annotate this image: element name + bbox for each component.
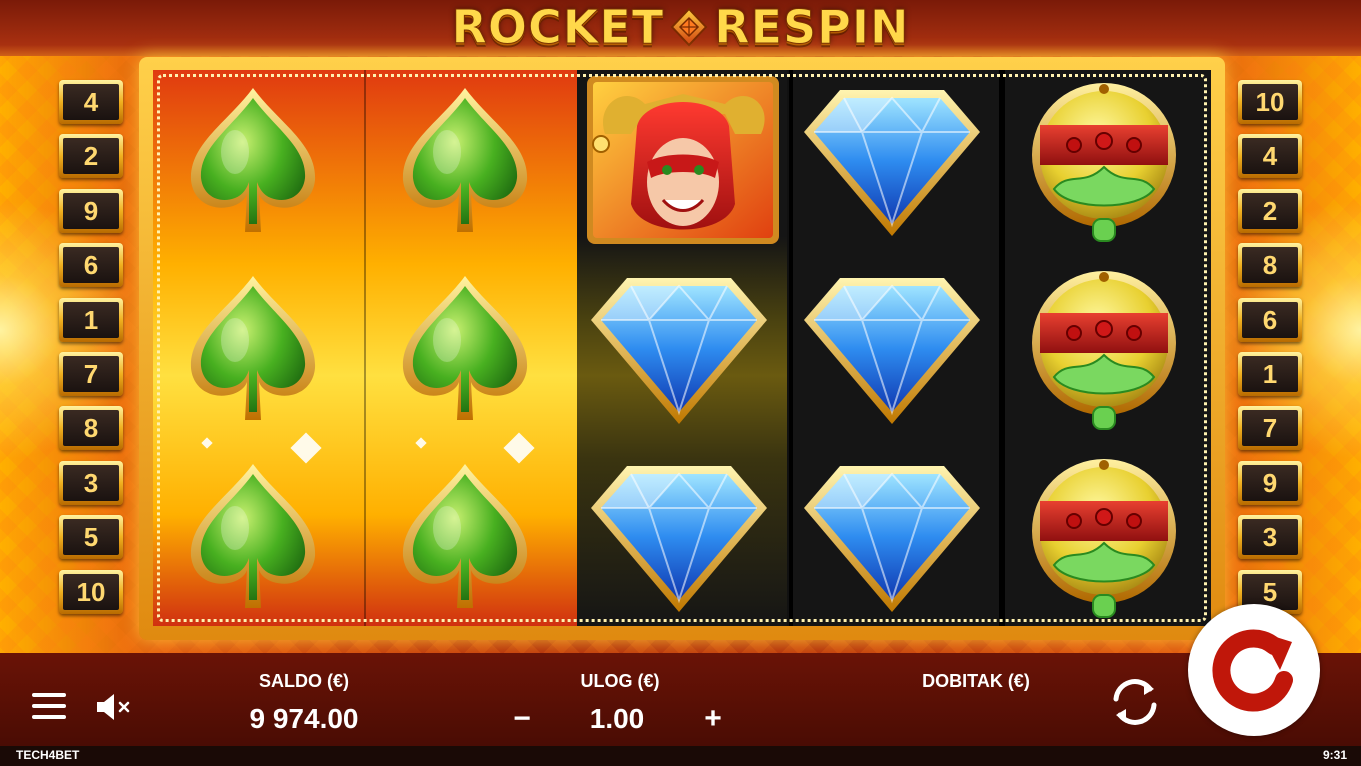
clock: 9:31 [1322,748,1347,762]
payline-number: 4 [63,84,119,120]
spade-icon [190,464,316,608]
payline-indicator: 5 [59,515,123,560]
payline-indicator: 9 [1238,460,1302,505]
payline-indicator: 8 [59,406,123,451]
bet-label: ULOG (€) [580,671,660,691]
payline-indicator: 7 [1238,406,1302,451]
diamond-symbol [585,266,773,434]
payline-number: 2 [63,138,119,175]
spade-icon [402,276,528,420]
spade-icon [190,88,316,232]
jester-icon [587,76,779,244]
payline-number: 9 [1242,464,1298,501]
spin-icon [1212,629,1293,712]
lantern-symbol [1010,266,1198,434]
payline-number: 7 [63,356,119,392]
payline-number: 9 [63,192,119,229]
spade-symbol [159,266,347,434]
payline-indicator: 1 [59,297,123,342]
payline-number: 6 [63,247,119,284]
payline-indicator: 7 [59,352,123,396]
payline-number: 8 [1242,247,1298,284]
payline-number: 8 [63,410,119,447]
payline-indicator: 6 [59,243,123,288]
reel-divider [364,70,366,626]
lantern-icon [1032,83,1176,242]
bet-increase-button[interactable]: + [697,702,729,736]
diamond-icon [804,278,980,424]
provider-brand: TECH4BET [16,748,80,762]
payline-indicator: 10 [59,569,123,614]
spade-symbol [371,78,559,246]
spade-symbol [159,454,347,622]
reels-frame [139,57,1225,640]
lantern-symbol [1010,454,1198,622]
spade-symbol [159,78,347,246]
sound-muted-icon[interactable] [95,692,131,722]
reel-divider [789,70,793,626]
diamond-icon [804,90,980,236]
balance-label: SALDO (€) [259,671,349,691]
win-label: DOBITAK (€) [922,671,1030,691]
payline-number: 4 [1242,138,1298,175]
bet-value: 1.00 [589,703,645,734]
rocket-logo-icon [670,7,708,47]
payline-indicator: 10 [1238,80,1302,124]
lantern-symbol [1010,78,1198,246]
payline-indicator: 3 [59,460,123,505]
payline-number: 10 [1242,84,1298,120]
reel-divider [999,70,1005,626]
payline-indicator: 6 [1238,297,1302,342]
game-logo: ROCKET RESPIN [0,0,1361,55]
spade-symbol [371,454,559,622]
payline-number: 5 [63,519,119,556]
balance-value: 9 974.00 [249,703,359,734]
payline-indicator: 3 [1238,515,1302,560]
game-screen: ROCKET RESPIN 4 2 9 6 1 7 8 3 5 10 10 4 2 8 6 1 7 9 3 5 [0,0,1361,766]
diamond-symbol [585,454,773,622]
lantern-icon [1032,459,1176,618]
payline-number: 3 [1242,519,1298,556]
payline-indicator: 2 [59,134,123,179]
logo-word-right: RESPIN [714,0,910,55]
footer-strip [0,746,1361,766]
lantern-icon [1032,271,1176,430]
autoplay-icon[interactable] [1106,673,1164,731]
diamond-icon [591,278,767,424]
payline-indicator: 2 [1238,188,1302,233]
menu-icon[interactable] [32,692,66,720]
payline-indicator: 4 [59,80,123,124]
payline-number: 6 [1242,301,1298,338]
payline-number: 2 [1242,192,1298,229]
payline-indicator: 1 [1238,352,1302,396]
bet-decrease-button[interactable]: − [506,702,538,736]
payline-number: 7 [1242,410,1298,447]
spin-button[interactable] [1188,604,1320,736]
payline-indicator: 4 [1238,134,1302,179]
spade-symbol [371,266,559,434]
payline-number: 3 [63,464,119,501]
diamond-symbol [798,78,986,246]
spade-icon [190,276,316,420]
spade-icon [402,464,528,608]
jester-symbol [583,72,783,248]
payline-indicator: 9 [59,188,123,233]
payline-number: 1 [1242,356,1298,392]
reels-area [153,70,1211,626]
spade-icon [402,88,528,232]
logo-word-left: ROCKET [451,0,665,55]
diamond-symbol [798,454,986,622]
diamond-symbol [798,266,986,434]
payline-number: 1 [63,301,119,338]
diamond-icon [804,466,980,612]
diamond-icon [591,466,767,612]
payline-number: 10 [63,573,119,610]
payline-indicator: 8 [1238,243,1302,288]
